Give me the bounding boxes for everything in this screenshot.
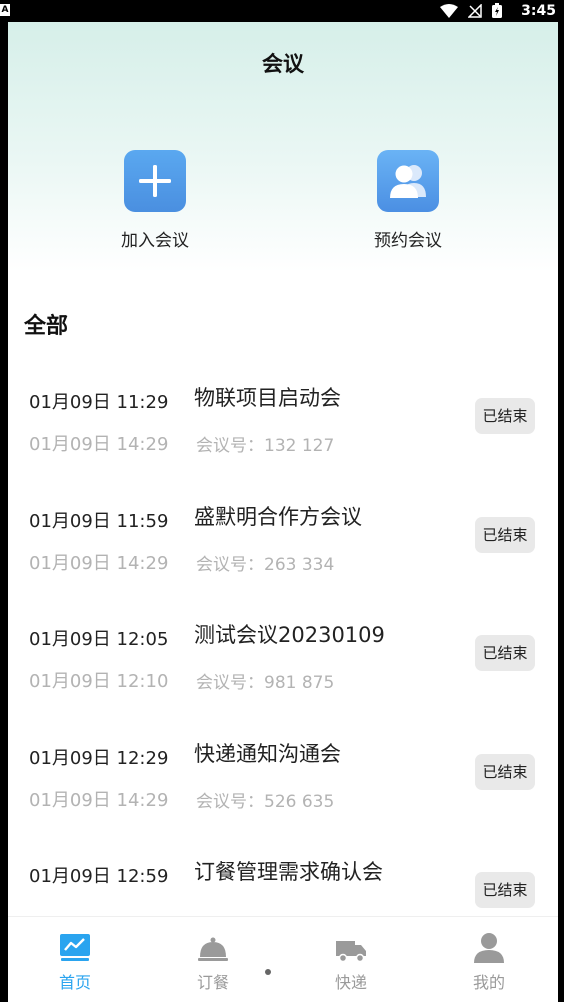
tab-express[interactable]: 快递 [301, 929, 401, 993]
notification-indicator: A [0, 4, 10, 16]
people-icon [390, 165, 426, 198]
meeting-title: 盛默明合作方会议 [194, 504, 362, 529]
tab-order-food[interactable]: 订餐 [163, 929, 263, 993]
status-badge: 已结束 [475, 635, 535, 671]
meeting-code: 会议号：263 334 [196, 554, 335, 575]
end-time: 01月09日 14:29 [29, 552, 169, 574]
status-badge: 已结束 [475, 398, 535, 434]
schedule-meeting-tile[interactable] [377, 150, 439, 212]
start-time: 01月09日 12:59 [29, 866, 169, 887]
schedule-meeting-label: 预约会议 [374, 231, 442, 251]
end-time: 01月09日 14:29 [29, 434, 169, 455]
tab-home-label: 首页 [58, 973, 91, 992]
status-bar: A 3:45 [0, 0, 564, 22]
join-meeting-tile[interactable] [124, 150, 186, 212]
status-badge: 已结束 [475, 753, 535, 790]
list-item[interactable]: 01月09日 11:59 盛默明合作方会议 01月09日 14:29 会议号：2… [8, 491, 558, 610]
meeting-code: 会议号：132 127 [196, 436, 335, 456]
meeting-title: 物联项目启动会 [194, 386, 341, 410]
tab-order-food-label: 订餐 [196, 973, 229, 992]
page-title: 会议 [262, 52, 304, 76]
user-icon [474, 933, 504, 963]
schedule-meeting-button[interactable]: 预约会议 [348, 150, 468, 251]
start-time: 01月09日 12:05 [29, 629, 169, 650]
list-item[interactable]: 01月09日 12:29 快递通知沟通会 01月09日 14:29 会议号：52… [8, 728, 558, 847]
wifi-icon [440, 3, 458, 18]
status-icons [440, 3, 502, 18]
join-meeting-button[interactable]: 加入会议 [95, 150, 215, 251]
tab-express-label: 快递 [334, 973, 367, 992]
tab-home[interactable]: 首页 [25, 929, 125, 993]
cloche-icon [198, 937, 228, 961]
meeting-title: 订餐管理需求确认会 [194, 860, 383, 884]
truck-icon [336, 941, 366, 963]
section-title: 全部 [24, 314, 69, 339]
meeting-title: 快递通知沟通会 [194, 741, 341, 766]
start-time: 01月09日 11:59 [29, 510, 169, 532]
start-time: 01月09日 12:29 [29, 747, 169, 769]
chart-board-icon [60, 934, 90, 961]
meeting-title: 测试会议20230109 [194, 623, 385, 647]
end-time: 01月09日 12:10 [29, 671, 169, 692]
join-meeting-label: 加入会议 [121, 231, 189, 251]
battery-icon [492, 3, 502, 18]
start-time: 01月09日 11:29 [29, 392, 169, 413]
bottom-tab-bar: 首页 订餐 快递 我的 [8, 916, 558, 1002]
plus-icon [139, 165, 171, 197]
status-badge: 已结束 [475, 872, 535, 908]
page-indicator-dot [265, 969, 271, 975]
list-item[interactable]: 01月09日 12:05 测试会议20230109 01月09日 12:10 会… [8, 609, 558, 728]
tab-mine-label: 我的 [472, 973, 505, 992]
meeting-code: 会议号：526 635 [196, 791, 335, 812]
status-badge: 已结束 [475, 516, 535, 553]
meeting-code: 会议号：981 875 [196, 673, 335, 693]
meeting-list: 01月09日 11:29 物联项目启动会 01月09日 14:29 会议号：13… [8, 372, 558, 965]
end-time: 01月09日 14:29 [29, 789, 169, 811]
list-item[interactable]: 01月09日 11:29 物联项目启动会 01月09日 14:29 会议号：13… [8, 372, 558, 491]
tab-mine[interactable]: 我的 [439, 929, 539, 993]
signal-off-icon [468, 3, 482, 18]
meeting-app: 会议 加入会议 预约会议 全部 01月09日 11:29 物联项目启动会 01月 [8, 22, 558, 1002]
clock: 3:45 [521, 3, 556, 19]
